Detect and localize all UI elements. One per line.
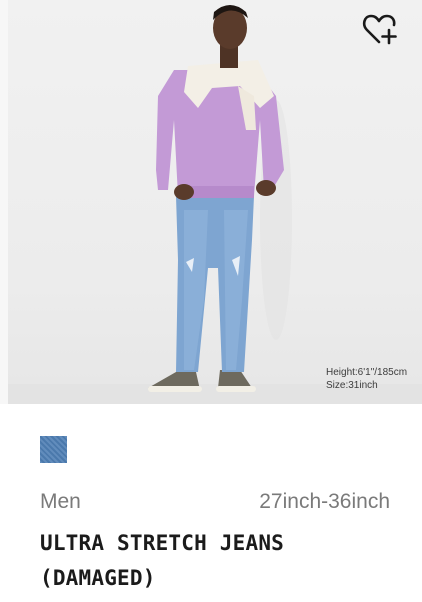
heart-plus-icon — [362, 14, 397, 45]
carousel-edge — [0, 0, 8, 404]
model-illustration — [8, 5, 422, 404]
model-info: Height:6'1"/185cm Size:31inch — [326, 366, 407, 392]
model-height: Height:6'1"/185cm — [326, 367, 408, 378]
size-range: 27inch-36inch — [259, 490, 390, 513]
model-size: Size:31inch — [326, 380, 378, 391]
wishlist-button[interactable] — [362, 12, 404, 52]
gender-label: Men — [40, 490, 81, 513]
product-title[interactable]: ULTRA STRETCH JEANS (DAMAGED) — [40, 526, 400, 596]
product-meta: Men 27inch-36inch — [40, 490, 390, 514]
product-image[interactable]: Height:6'1"/185cm Size:31inch — [8, 0, 422, 404]
product-title-line1: ULTRA STRETCH JEANS — [40, 531, 285, 555]
product-card[interactable]: Height:6'1"/185cm Size:31inch Men 27inch… — [0, 0, 422, 602]
color-swatch[interactable] — [40, 436, 67, 463]
product-title-line2: (DAMAGED) — [40, 566, 156, 590]
